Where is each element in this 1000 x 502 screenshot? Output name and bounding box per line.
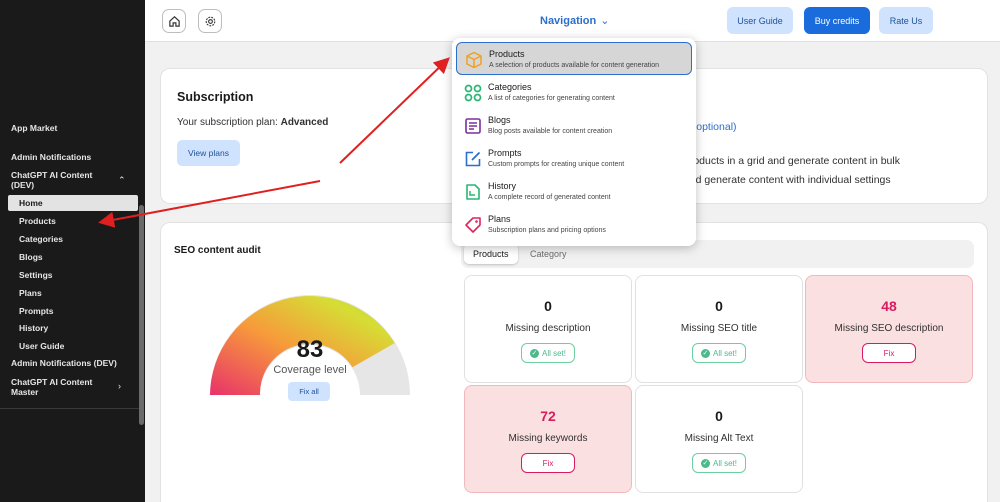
- annotation-arrow-to-dropdown: [339, 57, 450, 164]
- annotation-arrows: [98, 57, 450, 228]
- annotation-arrow-to-sidebar: [98, 180, 321, 228]
